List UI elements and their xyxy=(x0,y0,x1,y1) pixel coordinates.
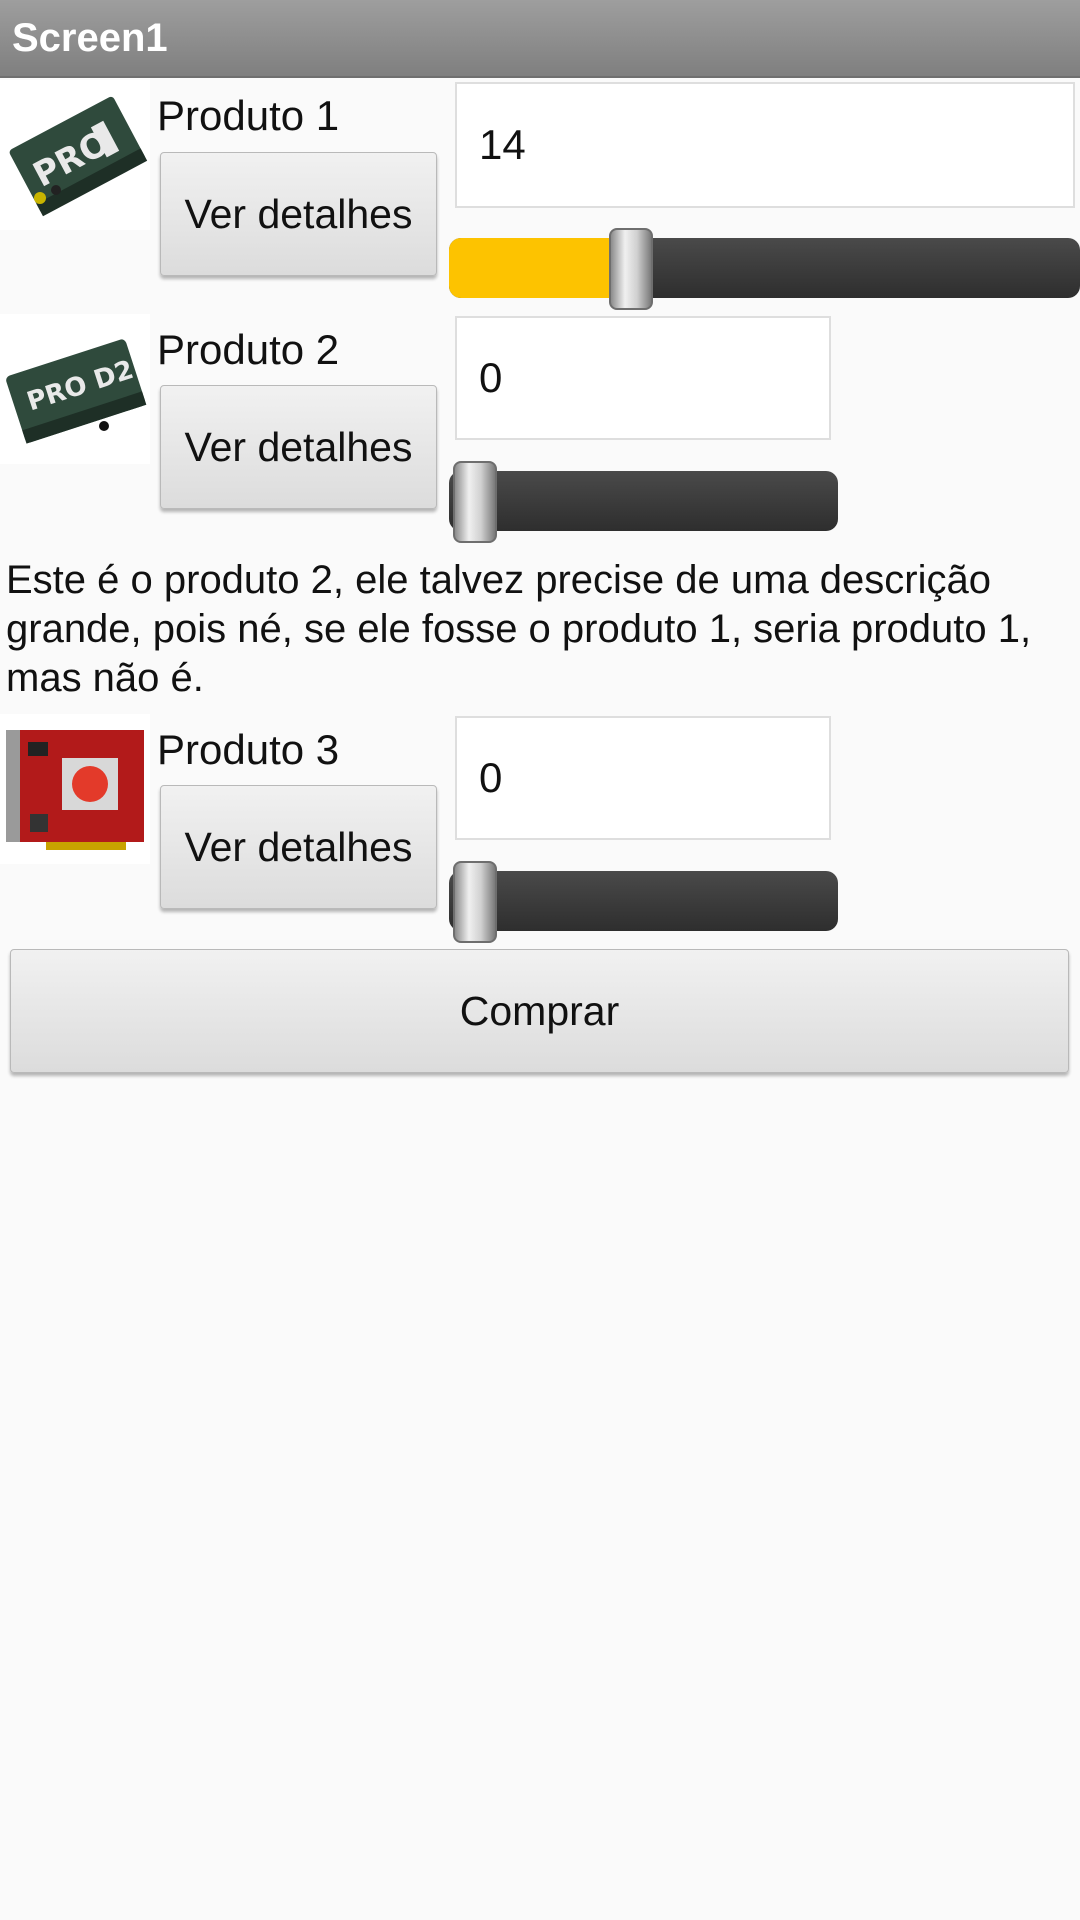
product-3-label: Produto 3 xyxy=(157,726,340,773)
screen-title: Screen1 xyxy=(12,16,168,60)
product-3-quantity-slider[interactable] xyxy=(449,861,838,943)
slider-fill xyxy=(449,238,631,298)
product-2-label: Produto 2 xyxy=(157,326,340,373)
slider-track xyxy=(449,871,838,931)
slider-thumb[interactable] xyxy=(453,861,497,943)
product-1-label: Produto 1 xyxy=(157,92,340,139)
product-2-quantity-input[interactable] xyxy=(455,316,831,440)
product-2-description: Este é o produto 2, ele talvez precise d… xyxy=(6,558,1032,700)
product-2-details-button[interactable]: Ver detalhes xyxy=(160,385,437,509)
product-1-quantity-input[interactable] xyxy=(455,82,1075,208)
product-3-details-button[interactable]: Ver detalhes xyxy=(160,785,437,909)
product-2-quantity-slider[interactable] xyxy=(449,461,838,543)
product-1-image: PRO xyxy=(0,80,150,230)
product-3-quantity-input[interactable] xyxy=(455,716,831,840)
product-1-quantity-slider[interactable] xyxy=(449,228,1080,310)
product-2-image: PRO D2 xyxy=(0,314,150,464)
title-bar: Screen1 xyxy=(0,0,1080,78)
buy-button[interactable]: Comprar xyxy=(10,949,1069,1073)
product-3-image xyxy=(0,714,150,864)
slider-thumb[interactable] xyxy=(453,461,497,543)
slider-thumb[interactable] xyxy=(609,228,653,310)
product-1-details-button[interactable]: Ver detalhes xyxy=(160,152,437,276)
slider-track xyxy=(449,471,838,531)
